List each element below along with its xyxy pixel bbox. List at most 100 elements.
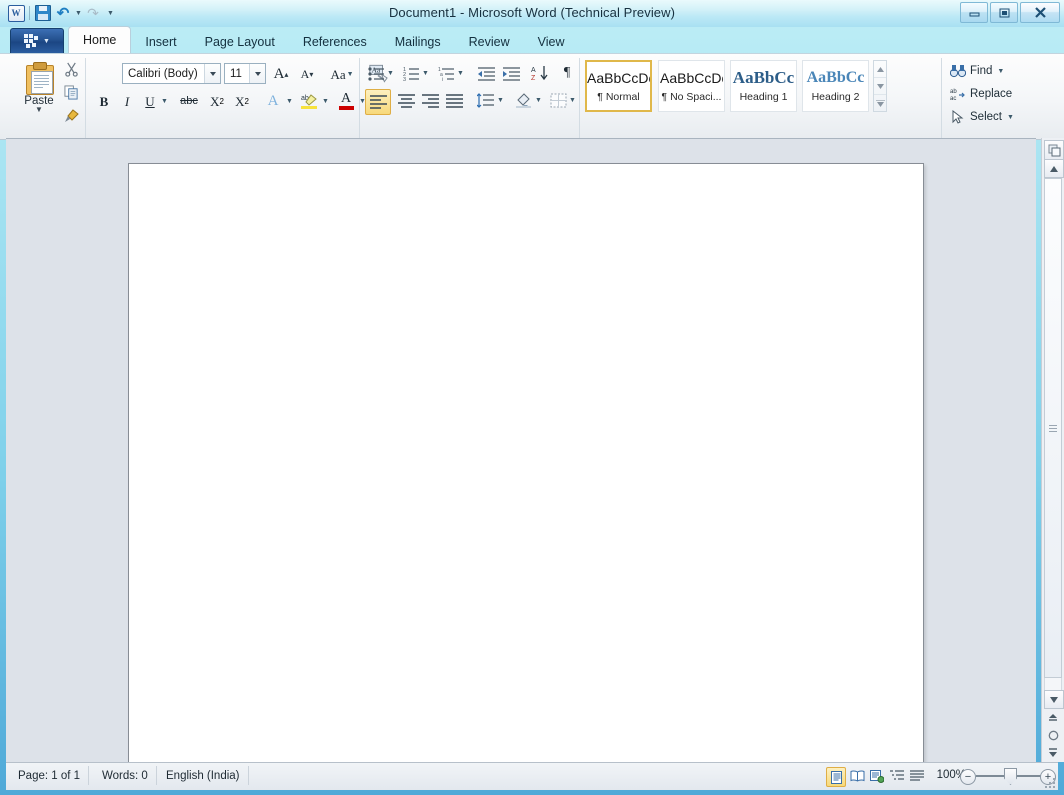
ribbon-group-font: Calibri (Body) 11 A▴ A▾ Aa▼ Aa B I U ▼ — [86, 54, 358, 139]
view-web-layout-button[interactable] — [868, 767, 886, 785]
scroll-down-button[interactable] — [1044, 690, 1064, 709]
justify-button[interactable] — [442, 89, 466, 113]
line-spacing-dropdown-icon[interactable]: ▼ — [494, 89, 506, 111]
font-size-value: 11 — [225, 68, 249, 80]
align-left-button[interactable] — [365, 89, 391, 115]
font-size-combobox[interactable]: 11 — [224, 63, 266, 84]
styles-scroll-up-button[interactable] — [874, 61, 886, 78]
font-size-dropdown-icon[interactable] — [249, 64, 265, 83]
style-name-normal: ¶ Normal — [587, 91, 651, 103]
align-right-button[interactable] — [418, 89, 442, 113]
previous-page-button[interactable] — [1044, 710, 1062, 727]
select-browse-object-button[interactable] — [1044, 727, 1062, 744]
window-title: Document1 - Microsoft Word (Technical Pr… — [0, 5, 1064, 20]
zoom-out-button[interactable]: − — [960, 769, 976, 785]
zoom-out-label: − — [965, 772, 971, 782]
numbering-dropdown-icon[interactable]: ▼ — [419, 62, 431, 84]
view-outline-button[interactable] — [888, 767, 906, 785]
subscript-button[interactable]: X2 — [206, 90, 228, 112]
font-color-button[interactable]: A — [335, 90, 357, 112]
close-button[interactable] — [1020, 2, 1060, 23]
borders-dropdown-icon[interactable]: ▼ — [566, 89, 578, 111]
view-draft-button[interactable] — [908, 767, 926, 785]
multilevel-dropdown-icon[interactable]: ▼ — [454, 62, 466, 84]
text-highlight-button[interactable]: ab — [298, 90, 320, 112]
ribbon-group-editing: Find ▼ abac Replace Select ▼ Editing — [942, 54, 1042, 139]
sort-button[interactable]: AZ — [528, 62, 550, 84]
vertical-scrollbar[interactable] — [1041, 138, 1064, 762]
resize-grip[interactable] — [1043, 776, 1055, 788]
shrink-font-button[interactable]: A▾ — [296, 63, 318, 85]
select-button[interactable]: Select ▼ — [950, 107, 1014, 127]
tab-review[interactable]: Review — [455, 30, 524, 53]
ribbon-group-styles: AaBbCcDc ¶ Normal AaBbCcDc ¶ No Spaci...… — [580, 54, 940, 139]
find-dropdown-icon[interactable]: ▼ — [997, 68, 1004, 75]
text-effects-button[interactable]: A — [262, 90, 284, 112]
superscript-index: 2 — [244, 97, 248, 106]
italic-button[interactable]: I — [116, 90, 138, 112]
document-page[interactable] — [128, 163, 924, 765]
tab-references[interactable]: References — [289, 30, 381, 53]
style-item-heading-2[interactable]: AaBbCc Heading 2 — [802, 60, 869, 112]
text-effects-dropdown-icon[interactable]: ▼ — [283, 90, 295, 112]
scroll-up-button[interactable] — [1044, 159, 1064, 178]
next-page-button[interactable] — [1044, 744, 1062, 761]
paste-dropdown-icon[interactable]: ▼ — [35, 107, 43, 113]
bold-button[interactable]: B — [93, 90, 115, 112]
bullets-dropdown-icon[interactable]: ▼ — [384, 62, 396, 84]
font-name-combobox[interactable]: Calibri (Body) — [122, 63, 221, 84]
tab-page-layout[interactable]: Page Layout — [191, 30, 289, 53]
maximize-button[interactable] — [990, 2, 1018, 23]
zoom-thumb[interactable] — [1004, 768, 1017, 785]
tab-home[interactable]: Home — [68, 26, 131, 53]
page-indicator[interactable]: Page: 1 of 1 — [10, 766, 89, 785]
minimize-button[interactable] — [960, 2, 988, 23]
view-print-layout-button[interactable] — [826, 767, 846, 787]
view-full-screen-reading-button[interactable] — [848, 767, 866, 785]
tab-mailings-label: Mailings — [395, 35, 441, 49]
format-painter-button[interactable] — [60, 105, 82, 126]
line-spacing-button[interactable] — [474, 89, 496, 111]
cut-button[interactable] — [60, 59, 82, 80]
tab-mailings[interactable]: Mailings — [381, 30, 455, 53]
style-item-no-spacing[interactable]: AaBbCcDc ¶ No Spaci... — [658, 60, 725, 112]
tab-view[interactable]: View — [524, 30, 579, 53]
show-formatting-marks-button[interactable]: ¶ — [556, 62, 578, 84]
change-case-button[interactable]: Aa▼ — [327, 63, 357, 85]
tab-insert[interactable]: Insert — [131, 30, 190, 53]
paste-button[interactable]: Paste ▼ — [14, 60, 64, 130]
decrease-indent-button[interactable] — [475, 62, 497, 84]
replace-button[interactable]: abac Replace — [950, 84, 1012, 104]
file-tab-button[interactable]: ▼ — [10, 28, 64, 54]
shading-dropdown-icon[interactable]: ▼ — [532, 89, 544, 111]
language-indicator[interactable]: English (India) — [158, 766, 249, 785]
increase-indent-button[interactable] — [500, 62, 522, 84]
underline-dropdown-icon[interactable]: ▼ — [158, 90, 170, 112]
styles-gallery-scroll — [873, 60, 887, 112]
split-window-button[interactable] — [1044, 140, 1064, 160]
word-count[interactable]: Words: 0 — [94, 766, 157, 785]
subscript-index: 2 — [219, 97, 223, 106]
grow-font-button[interactable]: A▴ — [270, 63, 292, 85]
styles-more-button[interactable] — [874, 95, 886, 111]
align-center-button[interactable] — [394, 89, 418, 113]
superscript-label: X — [235, 95, 244, 108]
highlight-dropdown-icon[interactable]: ▼ — [319, 90, 331, 112]
svg-text:i: i — [442, 77, 443, 81]
svg-text:3: 3 — [403, 77, 406, 81]
strikethrough-button[interactable]: abc — [174, 90, 204, 112]
scroll-thumb[interactable] — [1044, 178, 1062, 678]
superscript-button[interactable]: X2 — [231, 90, 253, 112]
zoom-slider[interactable]: − + — [970, 767, 1048, 785]
style-item-normal[interactable]: AaBbCcDc ¶ Normal — [585, 60, 652, 112]
cursor-arrow-icon — [950, 110, 966, 124]
styles-scroll-down-button[interactable] — [874, 78, 886, 95]
copy-button[interactable] — [60, 82, 82, 103]
find-button[interactable]: Find ▼ — [950, 61, 1004, 81]
svg-text:ab: ab — [950, 89, 957, 95]
status-bar: Page: 1 of 1 Words: 0 English (India) 10… — [6, 762, 1058, 790]
font-name-dropdown-icon[interactable] — [204, 64, 220, 83]
shading-button[interactable] — [512, 89, 534, 111]
style-item-heading-1[interactable]: AaBbCс Heading 1 — [730, 60, 797, 112]
select-dropdown-icon[interactable]: ▼ — [1007, 114, 1014, 121]
